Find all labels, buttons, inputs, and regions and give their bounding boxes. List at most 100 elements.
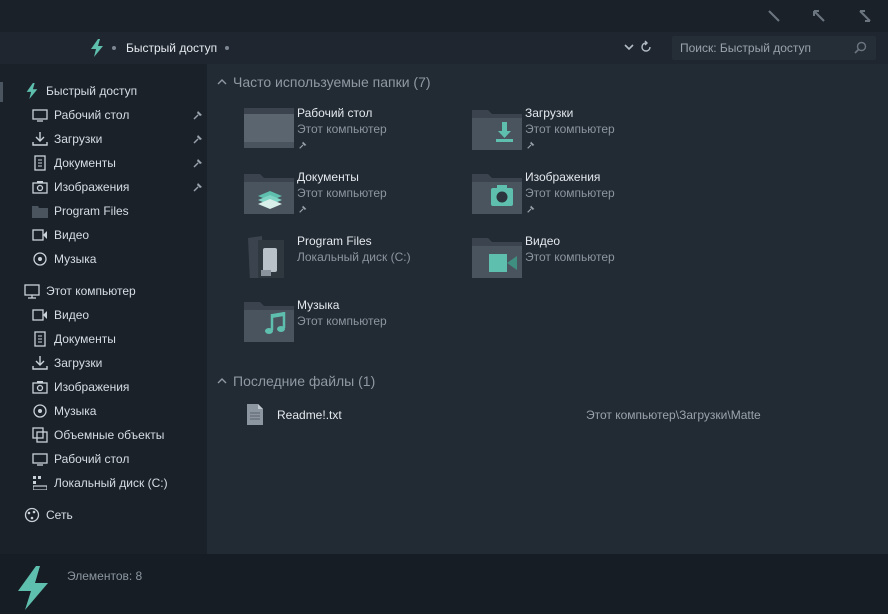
bolt-icon[interactable] — [90, 39, 104, 57]
sidebar-item-label: Сеть — [46, 508, 73, 522]
sidebar-item-quick-access[interactable]: Быстрый доступ — [24, 81, 137, 101]
sidebar-item-pc-documents[interactable]: Документы — [32, 329, 116, 349]
sidebar-item-pc-videos[interactable]: Видео — [32, 305, 89, 325]
sidebar-item-documents[interactable]: Документы — [32, 153, 116, 173]
pin-icon[interactable] — [192, 181, 204, 193]
desktop-folder-icon — [244, 108, 294, 148]
sidebar-item-label: Быстрый доступ — [46, 84, 138, 98]
search-icon[interactable] — [854, 41, 867, 54]
network-icon — [24, 507, 40, 523]
pin-icon[interactable] — [526, 140, 536, 150]
folder-icon — [32, 203, 48, 219]
sidebar-item-label: Музыка — [54, 404, 97, 418]
download-icon — [32, 131, 48, 147]
sidebar-item-label: Изображения — [54, 180, 130, 194]
document-icon — [32, 155, 48, 171]
sidebar-item-pc-music[interactable]: Музыка — [32, 401, 96, 421]
search-box[interactable] — [672, 36, 876, 60]
computer-icon — [24, 283, 40, 299]
image-icon — [32, 379, 48, 395]
sidebar-item-label: Рабочий стол — [54, 452, 130, 466]
section-title: Часто используемые папки (7) — [233, 74, 431, 90]
pin-icon[interactable] — [192, 109, 204, 121]
recent-file-row[interactable]: Readme!.txt Этот компьютер\Загрузки\Matt… — [243, 404, 863, 426]
maximize-icon[interactable] — [809, 6, 829, 26]
video-icon — [32, 307, 48, 323]
sidebar-item-label: Загрузки — [54, 132, 103, 146]
pin-icon[interactable] — [298, 140, 308, 150]
breadcrumb-separator — [112, 46, 116, 50]
pin-icon[interactable] — [192, 157, 204, 169]
folder-tile-downloads[interactable]: Загрузки Этот компьютер — [472, 106, 692, 162]
collapse-caret-icon[interactable] — [217, 376, 227, 386]
3d-objects-icon — [32, 427, 48, 443]
search-input[interactable] — [680, 40, 850, 56]
folder-tile-documents[interactable]: Документы Этот компьютер — [244, 170, 464, 226]
sidebar-item-local-disk[interactable]: Локальный диск (C:) — [32, 473, 168, 493]
collapse-caret-icon[interactable] — [217, 77, 227, 87]
sidebar-item-3d-objects[interactable]: Объемные объекты — [32, 425, 164, 445]
status-bar: Элементов: 8 — [0, 554, 888, 614]
sidebar-item-label: Объемные объекты — [54, 428, 165, 442]
sidebar-item-label: Загрузки — [54, 356, 103, 370]
music-icon — [32, 251, 48, 267]
pin-icon[interactable] — [298, 204, 308, 214]
item-count: Элементов: 8 — [67, 569, 143, 583]
sidebar-item-label: Локальный диск (C:) — [54, 476, 168, 490]
documents-folder-icon — [244, 174, 294, 214]
music-icon — [32, 403, 48, 419]
pin-icon[interactable] — [192, 133, 204, 145]
video-icon — [32, 227, 48, 243]
sidebar-item-pc-downloads[interactable]: Загрузки — [32, 353, 102, 373]
videos-folder-icon — [472, 238, 522, 278]
file-name: Readme!.txt — [277, 408, 342, 422]
sidebar-item-label: Документы — [54, 332, 116, 346]
music-folder-icon — [244, 302, 294, 342]
chevron-down-icon[interactable] — [622, 40, 636, 54]
sidebar-item-label: Музыка — [54, 252, 97, 266]
folder-tile-music[interactable]: Музыка Этот компьютер — [244, 298, 464, 354]
sidebar-item-label: Рабочий стол — [54, 108, 130, 122]
folder-tile-program-files[interactable]: Program Files Локальный диск (C:) — [244, 234, 464, 290]
sidebar-item-network[interactable]: Сеть — [24, 505, 73, 525]
sidebar-item-videos[interactable]: Видео — [32, 225, 89, 245]
desktop-icon — [32, 107, 48, 123]
pin-icon[interactable] — [526, 204, 536, 214]
sidebar-item-downloads[interactable]: Загрузки — [32, 129, 102, 149]
sidebar-item-label: Видео — [54, 308, 90, 322]
sidebar-item-program-files[interactable]: Program Files — [32, 201, 129, 221]
sidebar-item-this-pc[interactable]: Этот компьютер — [24, 281, 136, 301]
folder-tile-desktop[interactable]: Рабочий стол Этот компьютер — [244, 106, 464, 162]
sidebar-item-desktop[interactable]: Рабочий стол — [32, 105, 129, 125]
content-pane: Часто используемые папки (7) Рабочий сто… — [207, 64, 888, 554]
program-files-folder-icon — [248, 236, 284, 278]
title-bar — [0, 0, 888, 32]
close-icon[interactable] — [855, 6, 875, 26]
sidebar-item-label: Документы — [54, 156, 116, 170]
recent-files-header[interactable]: Последние файлы (1) — [217, 372, 375, 390]
sidebar-item-label: Этот компьютер — [46, 284, 136, 298]
sidebar-item-label: Изображения — [54, 380, 130, 394]
pictures-folder-icon — [472, 174, 522, 214]
sidebar-item-pc-desktop[interactable]: Рабочий стол — [32, 449, 129, 469]
sidebar-item-pc-pictures[interactable]: Изображения — [32, 377, 129, 397]
navigation-pane: Быстрый доступ Рабочий стол Загрузки Док… — [0, 64, 207, 554]
sidebar-item-label: Program Files — [54, 204, 129, 218]
section-title: Последние файлы (1) — [233, 373, 376, 389]
folder-tile-videos[interactable]: Видео Этот компьютер — [472, 234, 692, 290]
sidebar-item-music[interactable]: Музыка — [32, 249, 96, 269]
text-file-icon — [247, 404, 263, 425]
frequent-folders-header[interactable]: Часто используемые папки (7) — [217, 73, 431, 91]
drive-icon — [32, 475, 48, 491]
file-path: Этот компьютер\Загрузки\Matte — [586, 408, 761, 422]
selection-indicator — [0, 82, 3, 102]
folder-tile-pictures[interactable]: Изображения Этот компьютер — [472, 170, 692, 226]
downloads-folder-icon — [472, 110, 522, 150]
minimize-icon[interactable] — [764, 6, 784, 26]
bolt-logo-icon — [18, 566, 48, 610]
breadcrumb[interactable]: Быстрый доступ — [126, 41, 217, 55]
document-icon — [32, 331, 48, 347]
image-icon — [32, 179, 48, 195]
sidebar-item-pictures[interactable]: Изображения — [32, 177, 129, 197]
refresh-icon[interactable] — [639, 40, 653, 54]
